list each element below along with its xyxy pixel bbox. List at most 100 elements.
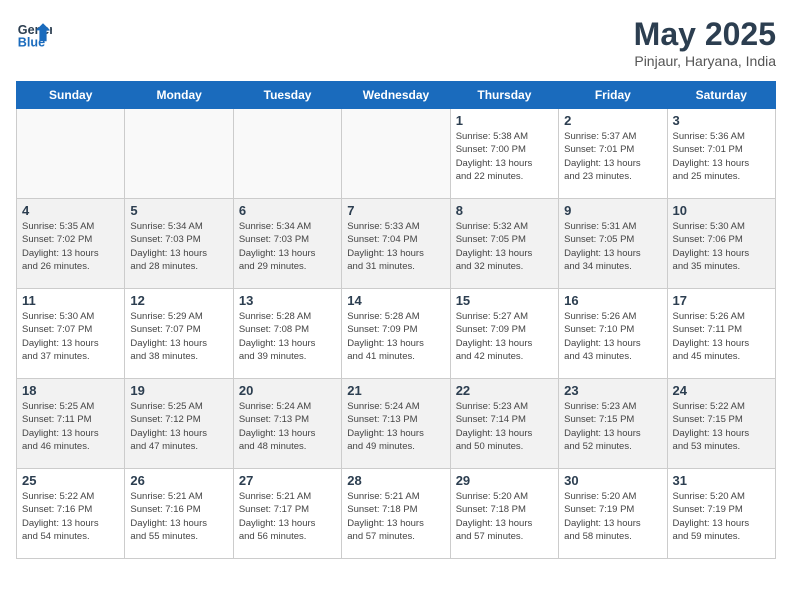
calendar-cell: 7 Sunrise: 5:33 AMSunset: 7:04 PMDaylight… xyxy=(342,199,450,289)
calendar-week-row: 11 Sunrise: 5:30 AMSunset: 7:07 PMDayligh… xyxy=(17,289,776,379)
calendar-cell: 30 Sunrise: 5:20 AMSunset: 7:19 PMDayligh… xyxy=(559,469,667,559)
day-info: Sunrise: 5:33 AMSunset: 7:04 PMDaylight:… xyxy=(347,220,444,273)
day-number: 24 xyxy=(673,383,770,398)
day-number: 7 xyxy=(347,203,444,218)
day-number: 17 xyxy=(673,293,770,308)
day-info: Sunrise: 5:22 AMSunset: 7:16 PMDaylight:… xyxy=(22,490,119,543)
day-number: 30 xyxy=(564,473,661,488)
day-info: Sunrise: 5:22 AMSunset: 7:15 PMDaylight:… xyxy=(673,400,770,453)
day-info: Sunrise: 5:34 AMSunset: 7:03 PMDaylight:… xyxy=(239,220,336,273)
calendar-cell xyxy=(233,109,341,199)
day-info: Sunrise: 5:30 AMSunset: 7:07 PMDaylight:… xyxy=(22,310,119,363)
day-info: Sunrise: 5:21 AMSunset: 7:18 PMDaylight:… xyxy=(347,490,444,543)
day-info: Sunrise: 5:24 AMSunset: 7:13 PMDaylight:… xyxy=(239,400,336,453)
day-info: Sunrise: 5:34 AMSunset: 7:03 PMDaylight:… xyxy=(130,220,227,273)
calendar-cell: 2 Sunrise: 5:37 AMSunset: 7:01 PMDaylight… xyxy=(559,109,667,199)
calendar-cell xyxy=(17,109,125,199)
day-info: Sunrise: 5:32 AMSunset: 7:05 PMDaylight:… xyxy=(456,220,553,273)
logo-icon: General Blue xyxy=(16,16,52,52)
day-number: 8 xyxy=(456,203,553,218)
day-number: 20 xyxy=(239,383,336,398)
logo: General Blue xyxy=(16,16,52,52)
day-number: 11 xyxy=(22,293,119,308)
title-block: May 2025 Pinjaur, Haryana, India xyxy=(634,16,776,69)
weekday-header: Saturday xyxy=(667,82,775,109)
calendar-cell: 16Sunrise: 5:26 AMSunset: 7:10 PMDayligh… xyxy=(559,289,667,379)
day-info: Sunrise: 5:25 AMSunset: 7:12 PMDaylight:… xyxy=(130,400,227,453)
day-info: Sunrise: 5:29 AMSunset: 7:07 PMDaylight:… xyxy=(130,310,227,363)
calendar-week-row: 1 Sunrise: 5:38 AMSunset: 7:00 PMDaylight… xyxy=(17,109,776,199)
day-number: 15 xyxy=(456,293,553,308)
calendar-body: 1 Sunrise: 5:38 AMSunset: 7:00 PMDaylight… xyxy=(17,109,776,559)
calendar-cell: 31 Sunrise: 5:20 AMSunset: 7:19 PMDayligh… xyxy=(667,469,775,559)
weekday-row: SundayMondayTuesdayWednesdayThursdayFrid… xyxy=(17,82,776,109)
calendar-cell: 25 Sunrise: 5:22 AMSunset: 7:16 PMDayligh… xyxy=(17,469,125,559)
day-number: 6 xyxy=(239,203,336,218)
calendar-cell: 11 Sunrise: 5:30 AMSunset: 7:07 PMDayligh… xyxy=(17,289,125,379)
day-info: Sunrise: 5:21 AMSunset: 7:16 PMDaylight:… xyxy=(130,490,227,543)
calendar-cell: 18 Sunrise: 5:25 AMSunset: 7:11 PMDayligh… xyxy=(17,379,125,469)
day-info: Sunrise: 5:31 AMSunset: 7:05 PMDaylight:… xyxy=(564,220,661,273)
day-number: 23 xyxy=(564,383,661,398)
day-number: 29 xyxy=(456,473,553,488)
day-number: 12 xyxy=(130,293,227,308)
day-number: 10 xyxy=(673,203,770,218)
calendar-cell: 23 Sunrise: 5:23 AMSunset: 7:15 PMDayligh… xyxy=(559,379,667,469)
day-number: 3 xyxy=(673,113,770,128)
day-number: 19 xyxy=(130,383,227,398)
day-info: Sunrise: 5:20 AMSunset: 7:18 PMDaylight:… xyxy=(456,490,553,543)
calendar-table: SundayMondayTuesdayWednesdayThursdayFrid… xyxy=(16,81,776,559)
calendar-cell: 24 Sunrise: 5:22 AMSunset: 7:15 PMDayligh… xyxy=(667,379,775,469)
day-info: Sunrise: 5:24 AMSunset: 7:13 PMDaylight:… xyxy=(347,400,444,453)
day-number: 18 xyxy=(22,383,119,398)
calendar-cell: 6 Sunrise: 5:34 AMSunset: 7:03 PMDaylight… xyxy=(233,199,341,289)
day-number: 26 xyxy=(130,473,227,488)
calendar-cell: 4 Sunrise: 5:35 AMSunset: 7:02 PMDaylight… xyxy=(17,199,125,289)
day-info: Sunrise: 5:25 AMSunset: 7:11 PMDaylight:… xyxy=(22,400,119,453)
calendar-cell: 8 Sunrise: 5:32 AMSunset: 7:05 PMDaylight… xyxy=(450,199,558,289)
weekday-header: Tuesday xyxy=(233,82,341,109)
calendar-cell: 17Sunrise: 5:26 AMSunset: 7:11 PMDayligh… xyxy=(667,289,775,379)
day-number: 5 xyxy=(130,203,227,218)
weekday-header: Friday xyxy=(559,82,667,109)
location: Pinjaur, Haryana, India xyxy=(634,53,776,69)
calendar-cell: 1 Sunrise: 5:38 AMSunset: 7:00 PMDaylight… xyxy=(450,109,558,199)
day-info: Sunrise: 5:35 AMSunset: 7:02 PMDaylight:… xyxy=(22,220,119,273)
day-info: Sunrise: 5:37 AMSunset: 7:01 PMDaylight:… xyxy=(564,130,661,183)
calendar-cell: 27Sunrise: 5:21 AMSunset: 7:17 PMDayligh… xyxy=(233,469,341,559)
day-number: 22 xyxy=(456,383,553,398)
calendar-week-row: 4 Sunrise: 5:35 AMSunset: 7:02 PMDaylight… xyxy=(17,199,776,289)
day-info: Sunrise: 5:38 AMSunset: 7:00 PMDaylight:… xyxy=(456,130,553,183)
day-info: Sunrise: 5:20 AMSunset: 7:19 PMDaylight:… xyxy=(564,490,661,543)
day-number: 13 xyxy=(239,293,336,308)
calendar-cell: 21Sunrise: 5:24 AMSunset: 7:13 PMDayligh… xyxy=(342,379,450,469)
calendar-week-row: 25 Sunrise: 5:22 AMSunset: 7:16 PMDayligh… xyxy=(17,469,776,559)
calendar-cell: 26 Sunrise: 5:21 AMSunset: 7:16 PMDayligh… xyxy=(125,469,233,559)
calendar-cell: 20 Sunrise: 5:24 AMSunset: 7:13 PMDayligh… xyxy=(233,379,341,469)
calendar-cell xyxy=(125,109,233,199)
day-info: Sunrise: 5:23 AMSunset: 7:15 PMDaylight:… xyxy=(564,400,661,453)
calendar-week-row: 18 Sunrise: 5:25 AMSunset: 7:11 PMDayligh… xyxy=(17,379,776,469)
month-title: May 2025 xyxy=(634,16,776,53)
calendar-cell: 14Sunrise: 5:28 AMSunset: 7:09 PMDayligh… xyxy=(342,289,450,379)
day-number: 9 xyxy=(564,203,661,218)
calendar-cell xyxy=(342,109,450,199)
calendar-cell: 13Sunrise: 5:28 AMSunset: 7:08 PMDayligh… xyxy=(233,289,341,379)
day-number: 2 xyxy=(564,113,661,128)
day-number: 14 xyxy=(347,293,444,308)
calendar-cell: 3 Sunrise: 5:36 AMSunset: 7:01 PMDaylight… xyxy=(667,109,775,199)
day-number: 4 xyxy=(22,203,119,218)
day-number: 31 xyxy=(673,473,770,488)
day-number: 16 xyxy=(564,293,661,308)
weekday-header: Thursday xyxy=(450,82,558,109)
day-info: Sunrise: 5:20 AMSunset: 7:19 PMDaylight:… xyxy=(673,490,770,543)
day-number: 25 xyxy=(22,473,119,488)
weekday-header: Monday xyxy=(125,82,233,109)
day-info: Sunrise: 5:36 AMSunset: 7:01 PMDaylight:… xyxy=(673,130,770,183)
day-number: 28 xyxy=(347,473,444,488)
day-number: 1 xyxy=(456,113,553,128)
weekday-header: Sunday xyxy=(17,82,125,109)
calendar-cell: 12 Sunrise: 5:29 AMSunset: 7:07 PMDayligh… xyxy=(125,289,233,379)
calendar-cell: 19 Sunrise: 5:25 AMSunset: 7:12 PMDayligh… xyxy=(125,379,233,469)
day-number: 27 xyxy=(239,473,336,488)
